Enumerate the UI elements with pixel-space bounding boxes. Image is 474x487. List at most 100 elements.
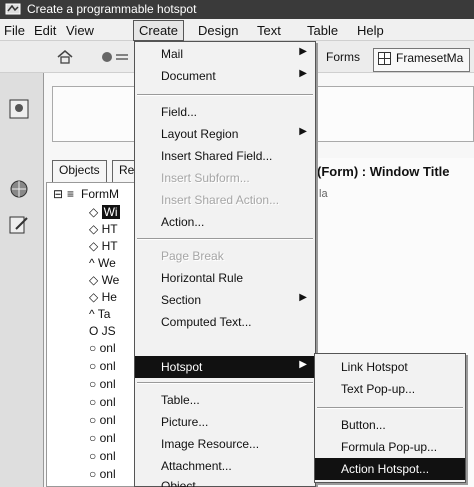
tree-item-label: Wi — [101, 205, 120, 219]
tree-item-label: onl — [99, 413, 116, 427]
tree-item-label: onl — [99, 449, 116, 463]
menu-item-text-popup[interactable]: Text Pop-up... — [315, 378, 465, 400]
tree-item-label: onl — [99, 431, 116, 445]
tree-item[interactable]: ○ onl — [89, 341, 116, 355]
menu-item-formula-popup[interactable]: Formula Pop-up... — [315, 436, 465, 458]
menu-item-attachment[interactable]: Attachment... — [135, 455, 315, 477]
menu-help[interactable]: Help — [357, 23, 384, 38]
menu-item-button[interactable]: Button... — [315, 414, 465, 436]
menu-item-label: Object... — [161, 479, 206, 487]
bookmark-icon[interactable] — [8, 98, 30, 120]
menu-item-label: Link Hotspot — [341, 360, 408, 374]
submenu-arrow-icon: ▶ — [299, 46, 307, 57]
menu-item-insert-shared-field[interactable]: Insert Shared Field... — [135, 145, 315, 167]
tree-item[interactable]: ○ onl — [89, 431, 116, 445]
tree-item-label: HT — [101, 222, 118, 236]
menu-item-action[interactable]: Action... — [135, 211, 315, 233]
navigator-icon[interactable] — [100, 49, 130, 65]
home-icon[interactable] — [56, 49, 74, 65]
menu-item-layout-region[interactable]: Layout Region ▶ — [135, 123, 315, 145]
menu-item-object[interactable]: Object... — [135, 475, 315, 487]
tree-item-label: onl — [99, 377, 116, 391]
web-icon[interactable] — [8, 178, 30, 200]
menu-item-label: Section — [161, 293, 202, 307]
menu-view[interactable]: View — [66, 23, 94, 38]
tree-item[interactable]: ◇ HT — [89, 239, 118, 253]
menu-edit[interactable]: Edit — [34, 23, 56, 38]
tree-item[interactable]: ^ We — [89, 256, 116, 270]
submenu-arrow-icon: ▶ — [299, 126, 307, 137]
menu-create[interactable]: Create — [133, 20, 185, 41]
pane-subtext: la — [319, 188, 328, 200]
menu-item-label: Formula Pop-up... — [341, 440, 438, 454]
tree-item[interactable]: ○ onl — [89, 395, 116, 409]
menu-item-hotspot[interactable]: Hotspot ▶ — [135, 356, 315, 378]
tree-root[interactable]: FormM — [81, 187, 119, 201]
tree-item[interactable]: ○ onl — [89, 377, 116, 391]
form-icon: ≡ — [67, 187, 75, 201]
menu-item-label: Layout Region — [161, 127, 239, 141]
menu-item-label: Computed Text... — [161, 315, 252, 329]
menu-item-horizontal-rule[interactable]: Horizontal Rule — [135, 267, 315, 289]
menu-item-table[interactable]: Table... — [135, 389, 315, 411]
menu-text[interactable]: Text — [257, 23, 281, 38]
menu-item-insert-shared-action: Insert Shared Action... — [135, 189, 315, 211]
tab-objects[interactable]: Objects — [52, 160, 107, 183]
title-bar: Create a programmable hotspot — [0, 0, 474, 19]
collapse-toggle-icon[interactable]: ⊟ — [53, 187, 63, 201]
menu-item-page-break: Page Break — [135, 245, 315, 267]
menu-separator — [137, 94, 313, 96]
pane-header: (Form) : Window Title — [317, 164, 450, 179]
window-title: Create a programmable hotspot — [27, 2, 197, 16]
menu-item-label: Horizontal Rule — [161, 271, 244, 285]
menu-item-label: Hotspot — [161, 360, 203, 374]
menu-item-field[interactable]: Field... — [135, 101, 315, 123]
submenu-arrow-icon: ▶ — [299, 68, 307, 79]
tree-item[interactable]: ◇ He — [89, 290, 117, 304]
menu-item-action-hotspot[interactable]: Action Hotspot... — [315, 458, 465, 480]
edit-icon[interactable] — [8, 213, 30, 235]
menu-item-label: Field... — [161, 105, 198, 119]
menu-item-label: Insert Shared Action... — [161, 193, 280, 207]
tree-item-label: We — [97, 256, 116, 270]
menu-item-label: Page Break — [161, 249, 224, 263]
tree-item-label: HT — [101, 239, 118, 253]
create-menu: Mail ▶ Document ▶ Field... Layout Region ▶ … — [134, 41, 316, 487]
frameset-icon — [378, 52, 391, 65]
menu-item-link-hotspot[interactable]: Link Hotspot — [315, 356, 465, 378]
menu-item-label: Action Hotspot... — [341, 462, 430, 476]
app-icon — [5, 3, 21, 15]
forms-tab[interactable]: Forms — [320, 48, 366, 70]
menu-item-label: Mail — [161, 47, 184, 61]
tree-item[interactable]: ^ Ta — [89, 307, 110, 321]
tree-item[interactable]: ○ onl — [89, 359, 116, 373]
submenu-arrow-icon: ▶ — [299, 359, 307, 370]
menu-table[interactable]: Table — [307, 23, 338, 38]
tree-item[interactable]: O JS — [89, 324, 116, 338]
menu-item-label: Attachment... — [161, 459, 232, 473]
menu-item-insert-subform: Insert Subform... — [135, 167, 315, 189]
menu-item-label: Document — [161, 69, 216, 83]
tree-item[interactable]: ◇ We — [89, 273, 119, 287]
menu-item-label: Button... — [341, 418, 386, 432]
menu-item-computed-text[interactable]: Computed Text... — [135, 311, 315, 333]
menu-file[interactable]: File — [4, 23, 25, 38]
menu-item-mail[interactable]: Mail ▶ — [135, 43, 315, 65]
framesetma-tab[interactable]: FramesetMa — [373, 48, 471, 72]
menu-item-document[interactable]: Document ▶ — [135, 65, 315, 87]
tree-item-window-title[interactable]: ◇ Wi — [89, 205, 120, 219]
tree-item[interactable]: ◇ HT — [89, 222, 118, 236]
tree-item-label: onl — [99, 359, 116, 373]
menu-item-section[interactable]: Section ▶ — [135, 289, 315, 311]
tree-item-label: JS — [101, 324, 116, 338]
left-icon-strip — [0, 73, 44, 487]
tree-item[interactable]: ○ onl — [89, 467, 116, 481]
menu-design[interactable]: Design — [198, 23, 238, 38]
menu-item-label: Insert Subform... — [161, 171, 250, 185]
menu-item-picture[interactable]: Picture... — [135, 411, 315, 433]
tree-item[interactable]: ○ onl — [89, 413, 116, 427]
menu-item-label: Table... — [161, 393, 200, 407]
tree-item[interactable]: ○ onl — [89, 449, 116, 463]
menu-item-label: Image Resource... — [161, 437, 260, 451]
menu-item-image-resource[interactable]: Image Resource... — [135, 433, 315, 455]
